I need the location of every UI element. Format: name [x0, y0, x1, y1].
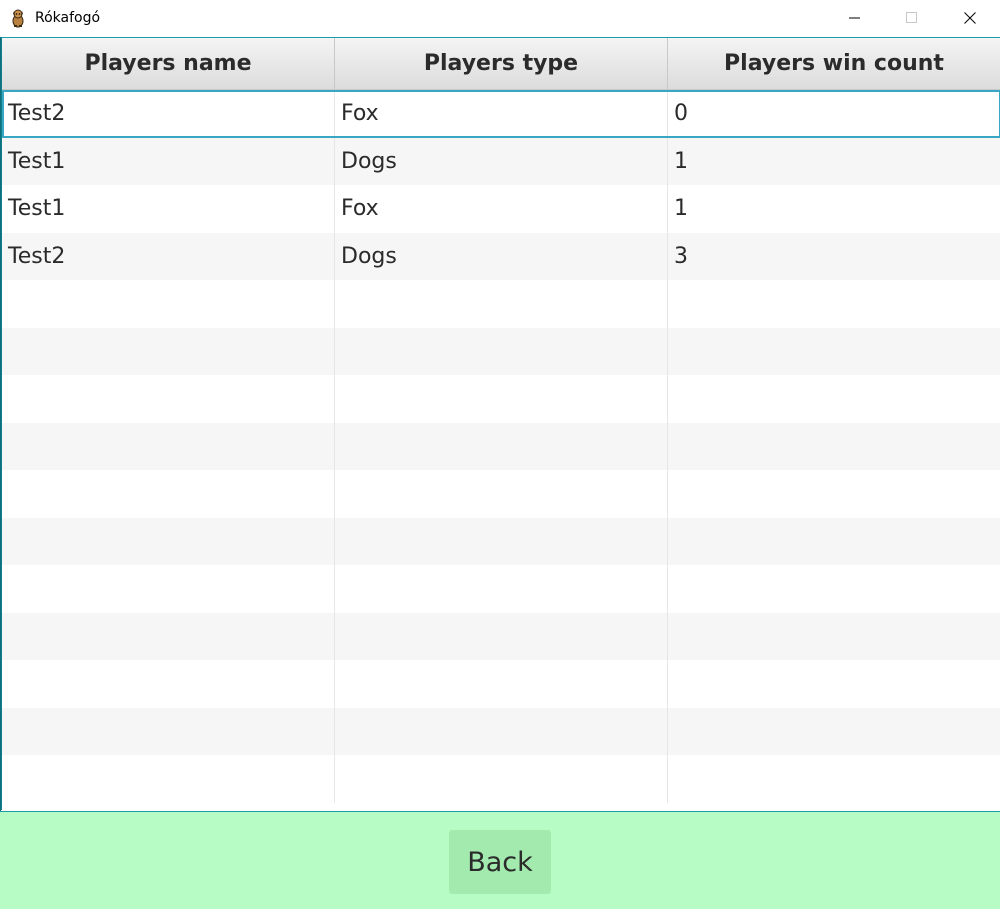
window-title: Rókafogó — [35, 10, 101, 26]
empty-table-row[interactable] — [2, 755, 1000, 803]
cell-player-name — [2, 422, 335, 470]
cell-win-count: 3 — [668, 233, 1000, 281]
table-header: Players name Players type Players win co… — [2, 38, 1000, 90]
column-header-win-count[interactable]: Players win count — [668, 38, 1000, 89]
cell-player-type — [335, 755, 668, 803]
cell-player-name — [2, 565, 335, 613]
cell-player-name — [2, 470, 335, 518]
cell-player-type — [335, 422, 668, 470]
cell-player-type: Dogs — [335, 137, 668, 185]
table-row[interactable]: Test1 Fox 1 — [2, 185, 1000, 233]
cell-player-name — [2, 755, 335, 803]
cell-win-count: 1 — [668, 138, 1000, 186]
cell-win-count — [668, 755, 1000, 803]
cell-win-count — [668, 375, 1000, 423]
cell-win-count — [668, 613, 1000, 661]
cell-player-name — [2, 660, 335, 708]
close-button[interactable] — [941, 0, 999, 37]
players-table[interactable]: Players name Players type Players win co… — [1, 37, 1000, 810]
cell-player-type: Fox — [335, 185, 668, 233]
dog-icon — [8, 8, 28, 28]
empty-table-row[interactable] — [2, 660, 1000, 708]
cell-win-count: 0 — [668, 90, 1000, 138]
cell-player-type — [335, 517, 668, 565]
cell-player-name: Test2 — [2, 90, 335, 138]
empty-table-row[interactable] — [2, 612, 1000, 661]
cell-win-count — [668, 518, 1000, 566]
cell-player-type — [335, 375, 668, 423]
cell-win-count — [668, 328, 1000, 376]
empty-table-row[interactable] — [2, 517, 1000, 566]
maximize-button[interactable] — [883, 0, 941, 37]
cell-player-name — [2, 327, 335, 375]
cell-player-type — [335, 470, 668, 518]
cell-player-type: Dogs — [335, 232, 668, 280]
back-button[interactable]: Back — [449, 830, 551, 894]
cell-win-count — [668, 660, 1000, 708]
cell-win-count — [668, 565, 1000, 613]
cell-win-count — [668, 708, 1000, 756]
empty-table-row[interactable] — [2, 280, 1000, 328]
minimize-icon — [849, 9, 861, 28]
cell-win-count — [668, 280, 1000, 328]
cell-player-name: Test1 — [2, 137, 335, 185]
cell-player-type — [335, 707, 668, 755]
cell-player-name — [2, 280, 335, 328]
cell-player-name — [2, 707, 335, 755]
cell-player-name — [2, 612, 335, 660]
minimize-button[interactable] — [826, 0, 884, 37]
empty-table-row[interactable] — [2, 707, 1000, 756]
empty-table-row[interactable] — [2, 470, 1000, 518]
footer-bar: Back — [0, 811, 1000, 909]
table-row[interactable]: Test1 Dogs 1 — [2, 137, 1000, 186]
table-row[interactable]: Test2 Dogs 3 — [2, 232, 1000, 281]
cell-player-name: Test1 — [2, 185, 335, 233]
maximize-icon — [906, 9, 918, 28]
cell-player-type — [335, 565, 668, 613]
cell-player-type: Fox — [335, 90, 668, 138]
column-header-name[interactable]: Players name — [2, 38, 335, 89]
cell-player-type — [335, 327, 668, 375]
empty-table-row[interactable] — [2, 422, 1000, 471]
table-row[interactable]: Test2 Fox 0 — [2, 90, 1000, 138]
app-window: Rókafogó Players name Players type Playe… — [0, 0, 1000, 909]
cell-player-name — [2, 375, 335, 423]
empty-table-row[interactable] — [2, 375, 1000, 423]
table-body: Test2 Fox 0 Test1 Dogs 1 Test1 Fox 1 Test2 Dogs 3 — [2, 90, 1000, 803]
empty-table-row[interactable] — [2, 327, 1000, 376]
empty-table-row[interactable] — [2, 565, 1000, 613]
cell-win-count: 1 — [668, 185, 1000, 233]
title-bar[interactable]: Rókafogó — [0, 0, 1000, 37]
cell-player-type — [335, 660, 668, 708]
cell-player-name — [2, 517, 335, 565]
cell-win-count — [668, 423, 1000, 471]
close-icon — [964, 9, 976, 28]
cell-win-count — [668, 470, 1000, 518]
cell-player-name: Test2 — [2, 232, 335, 280]
column-header-type[interactable]: Players type — [335, 38, 668, 89]
cell-player-type — [335, 280, 668, 328]
cell-player-type — [335, 612, 668, 660]
